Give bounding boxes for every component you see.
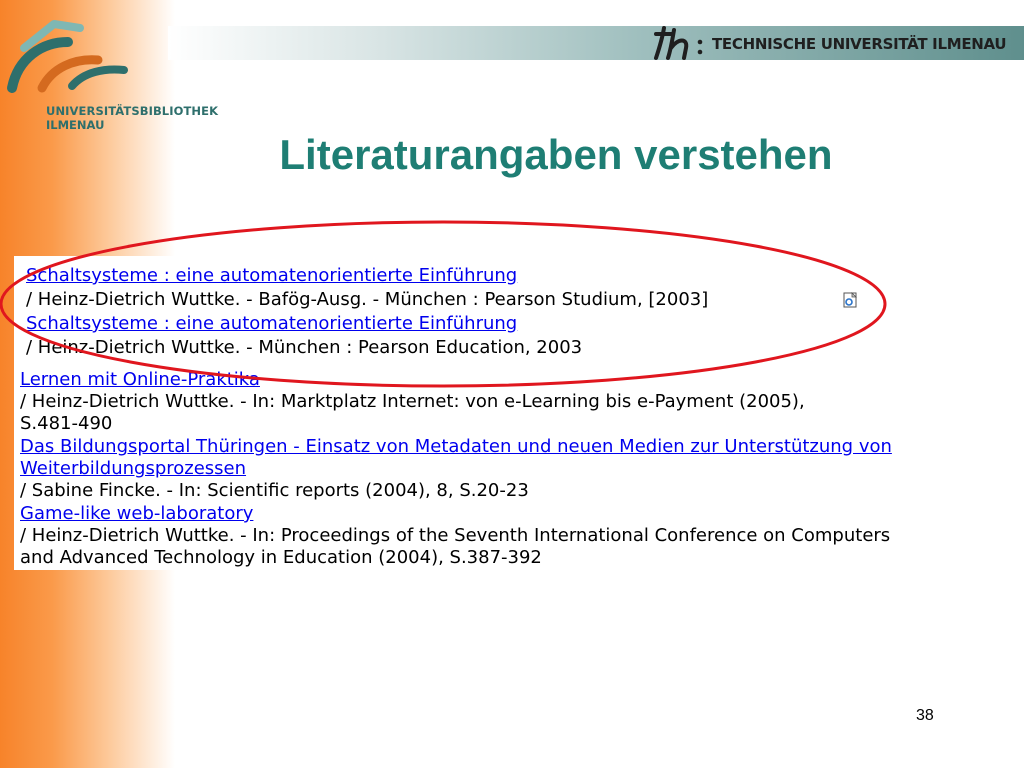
slide-title: Literaturangaben verstehen	[279, 131, 833, 178]
result-details: / Heinz-Dietrich Wuttke. - In: Marktplat…	[20, 391, 805, 412]
result-title-link[interactable]: Lernen mit Online-Praktika	[20, 369, 260, 391]
result-details: / Heinz-Dietrich Wuttke. - In: Proceedin…	[20, 525, 891, 546]
university-name: TECHNISCHE UNIVERSITÄT ILMENAU	[712, 35, 1007, 53]
result-details: and Advanced Technology in Education (20…	[20, 547, 542, 568]
result-details: / Heinz-Dietrich Wuttke. - München : Pea…	[26, 337, 583, 358]
result-title-link[interactable]: Schaltsysteme : eine automatenorientiert…	[26, 313, 517, 335]
result-details: / Sabine Fincke. - In: Scientific report…	[20, 480, 529, 501]
result-title-link[interactable]: Game-like web-laboratory	[20, 503, 253, 525]
result-title-link[interactable]: Weiterbildungsprozessen	[20, 458, 246, 480]
result-details: S.481-490	[20, 413, 113, 434]
document-icon[interactable]	[843, 292, 857, 308]
library-name-line1: UNIVERSITÄTSBIBLIOTHEK	[46, 104, 219, 118]
result-details: / Heinz-Dietrich Wuttke. - Bafög-Ausg. -…	[26, 289, 709, 310]
library-logo-icon	[7, 20, 128, 93]
result-title-link[interactable]: Das Bildungsportal Thüringen - Einsatz v…	[20, 436, 892, 458]
university-logo-icon	[654, 26, 703, 60]
result-title-link[interactable]: Schaltsysteme : eine automatenorientiert…	[26, 265, 517, 287]
page-number: 38	[916, 707, 934, 724]
library-name-line2: ILMENAU	[46, 118, 105, 132]
